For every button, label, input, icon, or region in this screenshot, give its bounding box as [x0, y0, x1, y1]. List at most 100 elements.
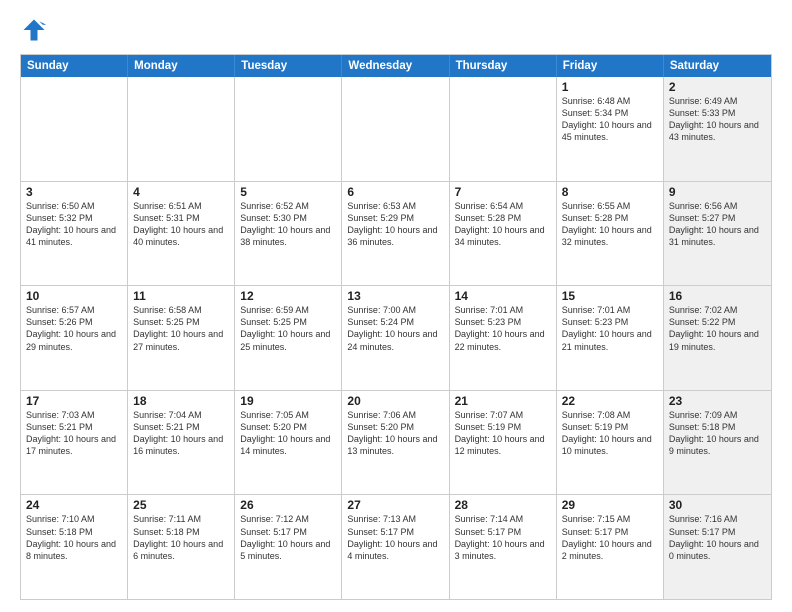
empty-cell: [342, 77, 449, 181]
day-number: 2: [669, 80, 766, 94]
empty-cell: [128, 77, 235, 181]
day-info: Sunrise: 7:10 AM Sunset: 5:18 PM Dayligh…: [26, 513, 122, 562]
day-cell-1: 1Sunrise: 6:48 AM Sunset: 5:34 PM Daylig…: [557, 77, 664, 181]
day-info: Sunrise: 7:14 AM Sunset: 5:17 PM Dayligh…: [455, 513, 551, 562]
day-number: 23: [669, 394, 766, 408]
day-number: 5: [240, 185, 336, 199]
day-info: Sunrise: 7:05 AM Sunset: 5:20 PM Dayligh…: [240, 409, 336, 458]
day-cell-25: 25Sunrise: 7:11 AM Sunset: 5:18 PM Dayli…: [128, 495, 235, 599]
day-info: Sunrise: 7:11 AM Sunset: 5:18 PM Dayligh…: [133, 513, 229, 562]
calendar: SundayMondayTuesdayWednesdayThursdayFrid…: [20, 54, 772, 600]
header-day-sunday: Sunday: [21, 55, 128, 77]
calendar-row-1: 1Sunrise: 6:48 AM Sunset: 5:34 PM Daylig…: [21, 77, 771, 181]
day-number: 7: [455, 185, 551, 199]
day-cell-23: 23Sunrise: 7:09 AM Sunset: 5:18 PM Dayli…: [664, 391, 771, 495]
empty-cell: [450, 77, 557, 181]
day-cell-29: 29Sunrise: 7:15 AM Sunset: 5:17 PM Dayli…: [557, 495, 664, 599]
day-cell-11: 11Sunrise: 6:58 AM Sunset: 5:25 PM Dayli…: [128, 286, 235, 390]
day-info: Sunrise: 7:01 AM Sunset: 5:23 PM Dayligh…: [562, 304, 658, 353]
day-number: 27: [347, 498, 443, 512]
day-cell-18: 18Sunrise: 7:04 AM Sunset: 5:21 PM Dayli…: [128, 391, 235, 495]
day-info: Sunrise: 7:12 AM Sunset: 5:17 PM Dayligh…: [240, 513, 336, 562]
day-cell-19: 19Sunrise: 7:05 AM Sunset: 5:20 PM Dayli…: [235, 391, 342, 495]
day-cell-13: 13Sunrise: 7:00 AM Sunset: 5:24 PM Dayli…: [342, 286, 449, 390]
day-info: Sunrise: 6:53 AM Sunset: 5:29 PM Dayligh…: [347, 200, 443, 249]
day-number: 21: [455, 394, 551, 408]
day-info: Sunrise: 7:02 AM Sunset: 5:22 PM Dayligh…: [669, 304, 766, 353]
day-info: Sunrise: 7:13 AM Sunset: 5:17 PM Dayligh…: [347, 513, 443, 562]
day-number: 20: [347, 394, 443, 408]
day-info: Sunrise: 6:59 AM Sunset: 5:25 PM Dayligh…: [240, 304, 336, 353]
day-number: 30: [669, 498, 766, 512]
calendar-body: 1Sunrise: 6:48 AM Sunset: 5:34 PM Daylig…: [21, 77, 771, 599]
day-info: Sunrise: 6:57 AM Sunset: 5:26 PM Dayligh…: [26, 304, 122, 353]
day-number: 26: [240, 498, 336, 512]
day-number: 1: [562, 80, 658, 94]
day-cell-21: 21Sunrise: 7:07 AM Sunset: 5:19 PM Dayli…: [450, 391, 557, 495]
day-info: Sunrise: 7:03 AM Sunset: 5:21 PM Dayligh…: [26, 409, 122, 458]
day-number: 14: [455, 289, 551, 303]
empty-cell: [21, 77, 128, 181]
logo-icon: [20, 16, 48, 44]
header-day-tuesday: Tuesday: [235, 55, 342, 77]
header: [20, 16, 772, 44]
page: SundayMondayTuesdayWednesdayThursdayFrid…: [0, 0, 792, 612]
day-info: Sunrise: 7:16 AM Sunset: 5:17 PM Dayligh…: [669, 513, 766, 562]
day-number: 3: [26, 185, 122, 199]
header-day-saturday: Saturday: [664, 55, 771, 77]
day-number: 22: [562, 394, 658, 408]
day-info: Sunrise: 6:52 AM Sunset: 5:30 PM Dayligh…: [240, 200, 336, 249]
day-number: 9: [669, 185, 766, 199]
day-info: Sunrise: 7:08 AM Sunset: 5:19 PM Dayligh…: [562, 409, 658, 458]
calendar-row-4: 17Sunrise: 7:03 AM Sunset: 5:21 PM Dayli…: [21, 390, 771, 495]
day-cell-2: 2Sunrise: 6:49 AM Sunset: 5:33 PM Daylig…: [664, 77, 771, 181]
day-info: Sunrise: 6:50 AM Sunset: 5:32 PM Dayligh…: [26, 200, 122, 249]
calendar-row-2: 3Sunrise: 6:50 AM Sunset: 5:32 PM Daylig…: [21, 181, 771, 286]
day-cell-6: 6Sunrise: 6:53 AM Sunset: 5:29 PM Daylig…: [342, 182, 449, 286]
day-info: Sunrise: 7:00 AM Sunset: 5:24 PM Dayligh…: [347, 304, 443, 353]
day-info: Sunrise: 6:51 AM Sunset: 5:31 PM Dayligh…: [133, 200, 229, 249]
day-number: 8: [562, 185, 658, 199]
day-cell-17: 17Sunrise: 7:03 AM Sunset: 5:21 PM Dayli…: [21, 391, 128, 495]
day-number: 15: [562, 289, 658, 303]
day-cell-3: 3Sunrise: 6:50 AM Sunset: 5:32 PM Daylig…: [21, 182, 128, 286]
day-number: 13: [347, 289, 443, 303]
day-cell-4: 4Sunrise: 6:51 AM Sunset: 5:31 PM Daylig…: [128, 182, 235, 286]
day-number: 28: [455, 498, 551, 512]
day-number: 4: [133, 185, 229, 199]
day-cell-14: 14Sunrise: 7:01 AM Sunset: 5:23 PM Dayli…: [450, 286, 557, 390]
day-number: 19: [240, 394, 336, 408]
day-cell-24: 24Sunrise: 7:10 AM Sunset: 5:18 PM Dayli…: [21, 495, 128, 599]
calendar-row-5: 24Sunrise: 7:10 AM Sunset: 5:18 PM Dayli…: [21, 494, 771, 599]
header-day-thursday: Thursday: [450, 55, 557, 77]
day-info: Sunrise: 7:15 AM Sunset: 5:17 PM Dayligh…: [562, 513, 658, 562]
day-info: Sunrise: 6:54 AM Sunset: 5:28 PM Dayligh…: [455, 200, 551, 249]
day-number: 11: [133, 289, 229, 303]
empty-cell: [235, 77, 342, 181]
day-info: Sunrise: 6:56 AM Sunset: 5:27 PM Dayligh…: [669, 200, 766, 249]
day-cell-12: 12Sunrise: 6:59 AM Sunset: 5:25 PM Dayli…: [235, 286, 342, 390]
day-info: Sunrise: 6:55 AM Sunset: 5:28 PM Dayligh…: [562, 200, 658, 249]
day-cell-28: 28Sunrise: 7:14 AM Sunset: 5:17 PM Dayli…: [450, 495, 557, 599]
calendar-header: SundayMondayTuesdayWednesdayThursdayFrid…: [21, 55, 771, 77]
day-info: Sunrise: 7:01 AM Sunset: 5:23 PM Dayligh…: [455, 304, 551, 353]
day-info: Sunrise: 7:04 AM Sunset: 5:21 PM Dayligh…: [133, 409, 229, 458]
day-info: Sunrise: 7:06 AM Sunset: 5:20 PM Dayligh…: [347, 409, 443, 458]
day-number: 6: [347, 185, 443, 199]
day-cell-26: 26Sunrise: 7:12 AM Sunset: 5:17 PM Dayli…: [235, 495, 342, 599]
logo: [20, 16, 52, 44]
day-number: 29: [562, 498, 658, 512]
day-info: Sunrise: 6:49 AM Sunset: 5:33 PM Dayligh…: [669, 95, 766, 144]
day-number: 25: [133, 498, 229, 512]
day-cell-22: 22Sunrise: 7:08 AM Sunset: 5:19 PM Dayli…: [557, 391, 664, 495]
day-number: 18: [133, 394, 229, 408]
day-cell-5: 5Sunrise: 6:52 AM Sunset: 5:30 PM Daylig…: [235, 182, 342, 286]
day-cell-15: 15Sunrise: 7:01 AM Sunset: 5:23 PM Dayli…: [557, 286, 664, 390]
day-number: 24: [26, 498, 122, 512]
day-info: Sunrise: 7:09 AM Sunset: 5:18 PM Dayligh…: [669, 409, 766, 458]
day-cell-9: 9Sunrise: 6:56 AM Sunset: 5:27 PM Daylig…: [664, 182, 771, 286]
day-number: 17: [26, 394, 122, 408]
day-info: Sunrise: 6:48 AM Sunset: 5:34 PM Dayligh…: [562, 95, 658, 144]
day-cell-8: 8Sunrise: 6:55 AM Sunset: 5:28 PM Daylig…: [557, 182, 664, 286]
header-day-friday: Friday: [557, 55, 664, 77]
